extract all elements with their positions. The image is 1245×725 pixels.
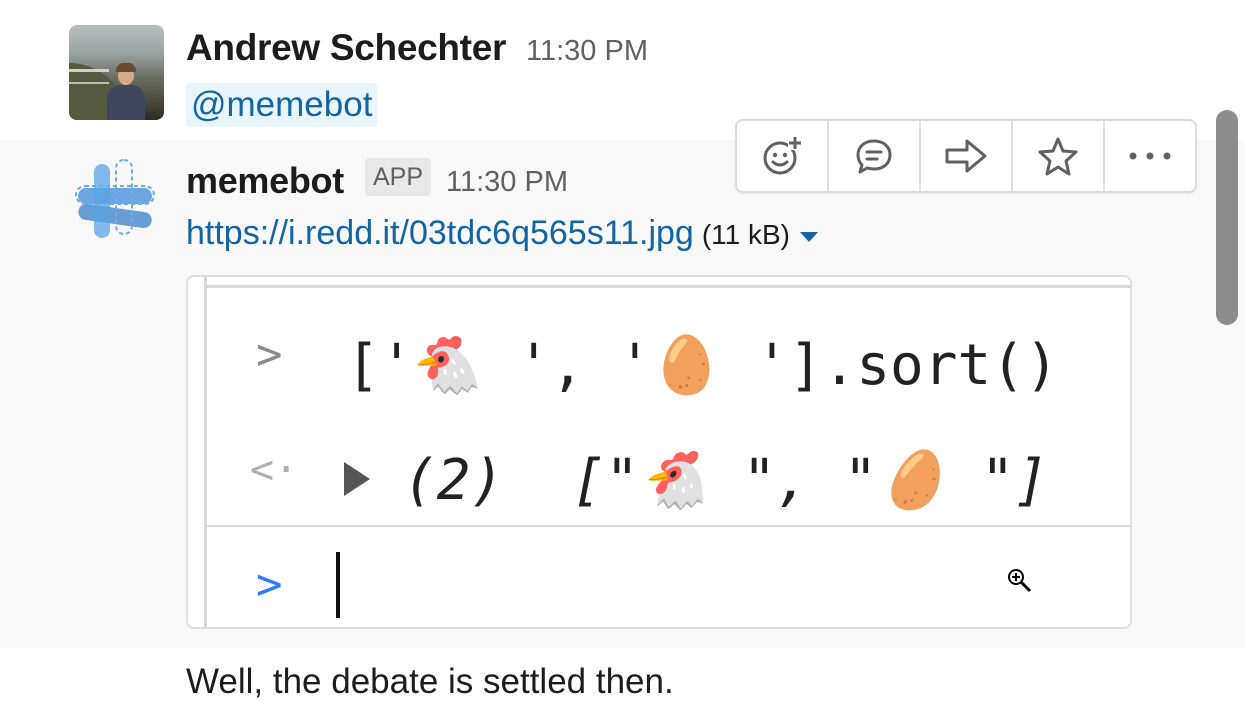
console-output-line: (2) ["🐔 ", "🥚 "]: [403, 447, 1048, 513]
save-message-button[interactable]: [1013, 121, 1105, 191]
console-divider: [207, 525, 1130, 527]
bot-logo-icon: [75, 159, 155, 238]
avatar-bridge: [69, 69, 109, 84]
avatar-person-hair: [116, 63, 136, 72]
author-name[interactable]: Andrew Schechter: [186, 27, 506, 69]
share-message-icon: [945, 139, 987, 173]
zoom-in-icon: [1008, 569, 1032, 593]
more-actions-icon: [1129, 152, 1171, 160]
message-text: Well, the debate is settled then.: [186, 662, 674, 701]
console-input-chevron-icon: >: [256, 329, 283, 380]
more-actions-button[interactable]: [1105, 121, 1195, 191]
array-count: (2): [403, 448, 505, 513]
message-actions-toolbar: [735, 119, 1197, 193]
array-contents: ["🐔 ", "🥚 "]: [571, 448, 1049, 513]
share-message-button[interactable]: [921, 121, 1013, 191]
text-cursor: [336, 552, 340, 618]
collapse-caret-icon[interactable]: [800, 231, 818, 242]
bot-avatar[interactable]: [72, 158, 158, 244]
add-reaction-button[interactable]: [737, 121, 829, 191]
file-size: (11 kB): [701, 219, 790, 250]
console-border: [204, 277, 207, 627]
user-mention[interactable]: @memebot: [186, 83, 378, 127]
timestamp[interactable]: 11:30 PM: [526, 35, 648, 68]
scrollbar-thumb[interactable]: [1216, 110, 1238, 325]
app-badge: APP: [365, 158, 432, 196]
image-preview[interactable]: > ['🐔 ', '🥚 '].sort() <· (2) ["🐔 ", "🥚 "…: [186, 275, 1132, 629]
avatar-person-body: [107, 85, 145, 120]
console-output-arrow-icon: <·: [250, 447, 299, 493]
avatar[interactable]: [69, 25, 164, 120]
timestamp[interactable]: 11:30 PM: [446, 166, 568, 199]
add-reaction-icon: [763, 136, 802, 175]
reply-thread-icon: [856, 139, 892, 174]
expand-triangle-icon: [344, 462, 370, 496]
attachment-link-row: https://i.redd.it/03tdc6q565s11.jpg (11 k…: [186, 214, 818, 258]
star-icon: [1038, 137, 1078, 176]
console-prompt-chevron-icon: >: [256, 559, 283, 610]
reply-thread-button[interactable]: [829, 121, 921, 191]
console-input-line: ['🐔 ', '🥚 '].sort(): [346, 333, 1059, 398]
image-link[interactable]: https://i.redd.it/03tdc6q565s11.jpg: [186, 214, 694, 252]
bot-name[interactable]: memebot: [186, 160, 344, 202]
console-top-border: [204, 285, 1130, 288]
